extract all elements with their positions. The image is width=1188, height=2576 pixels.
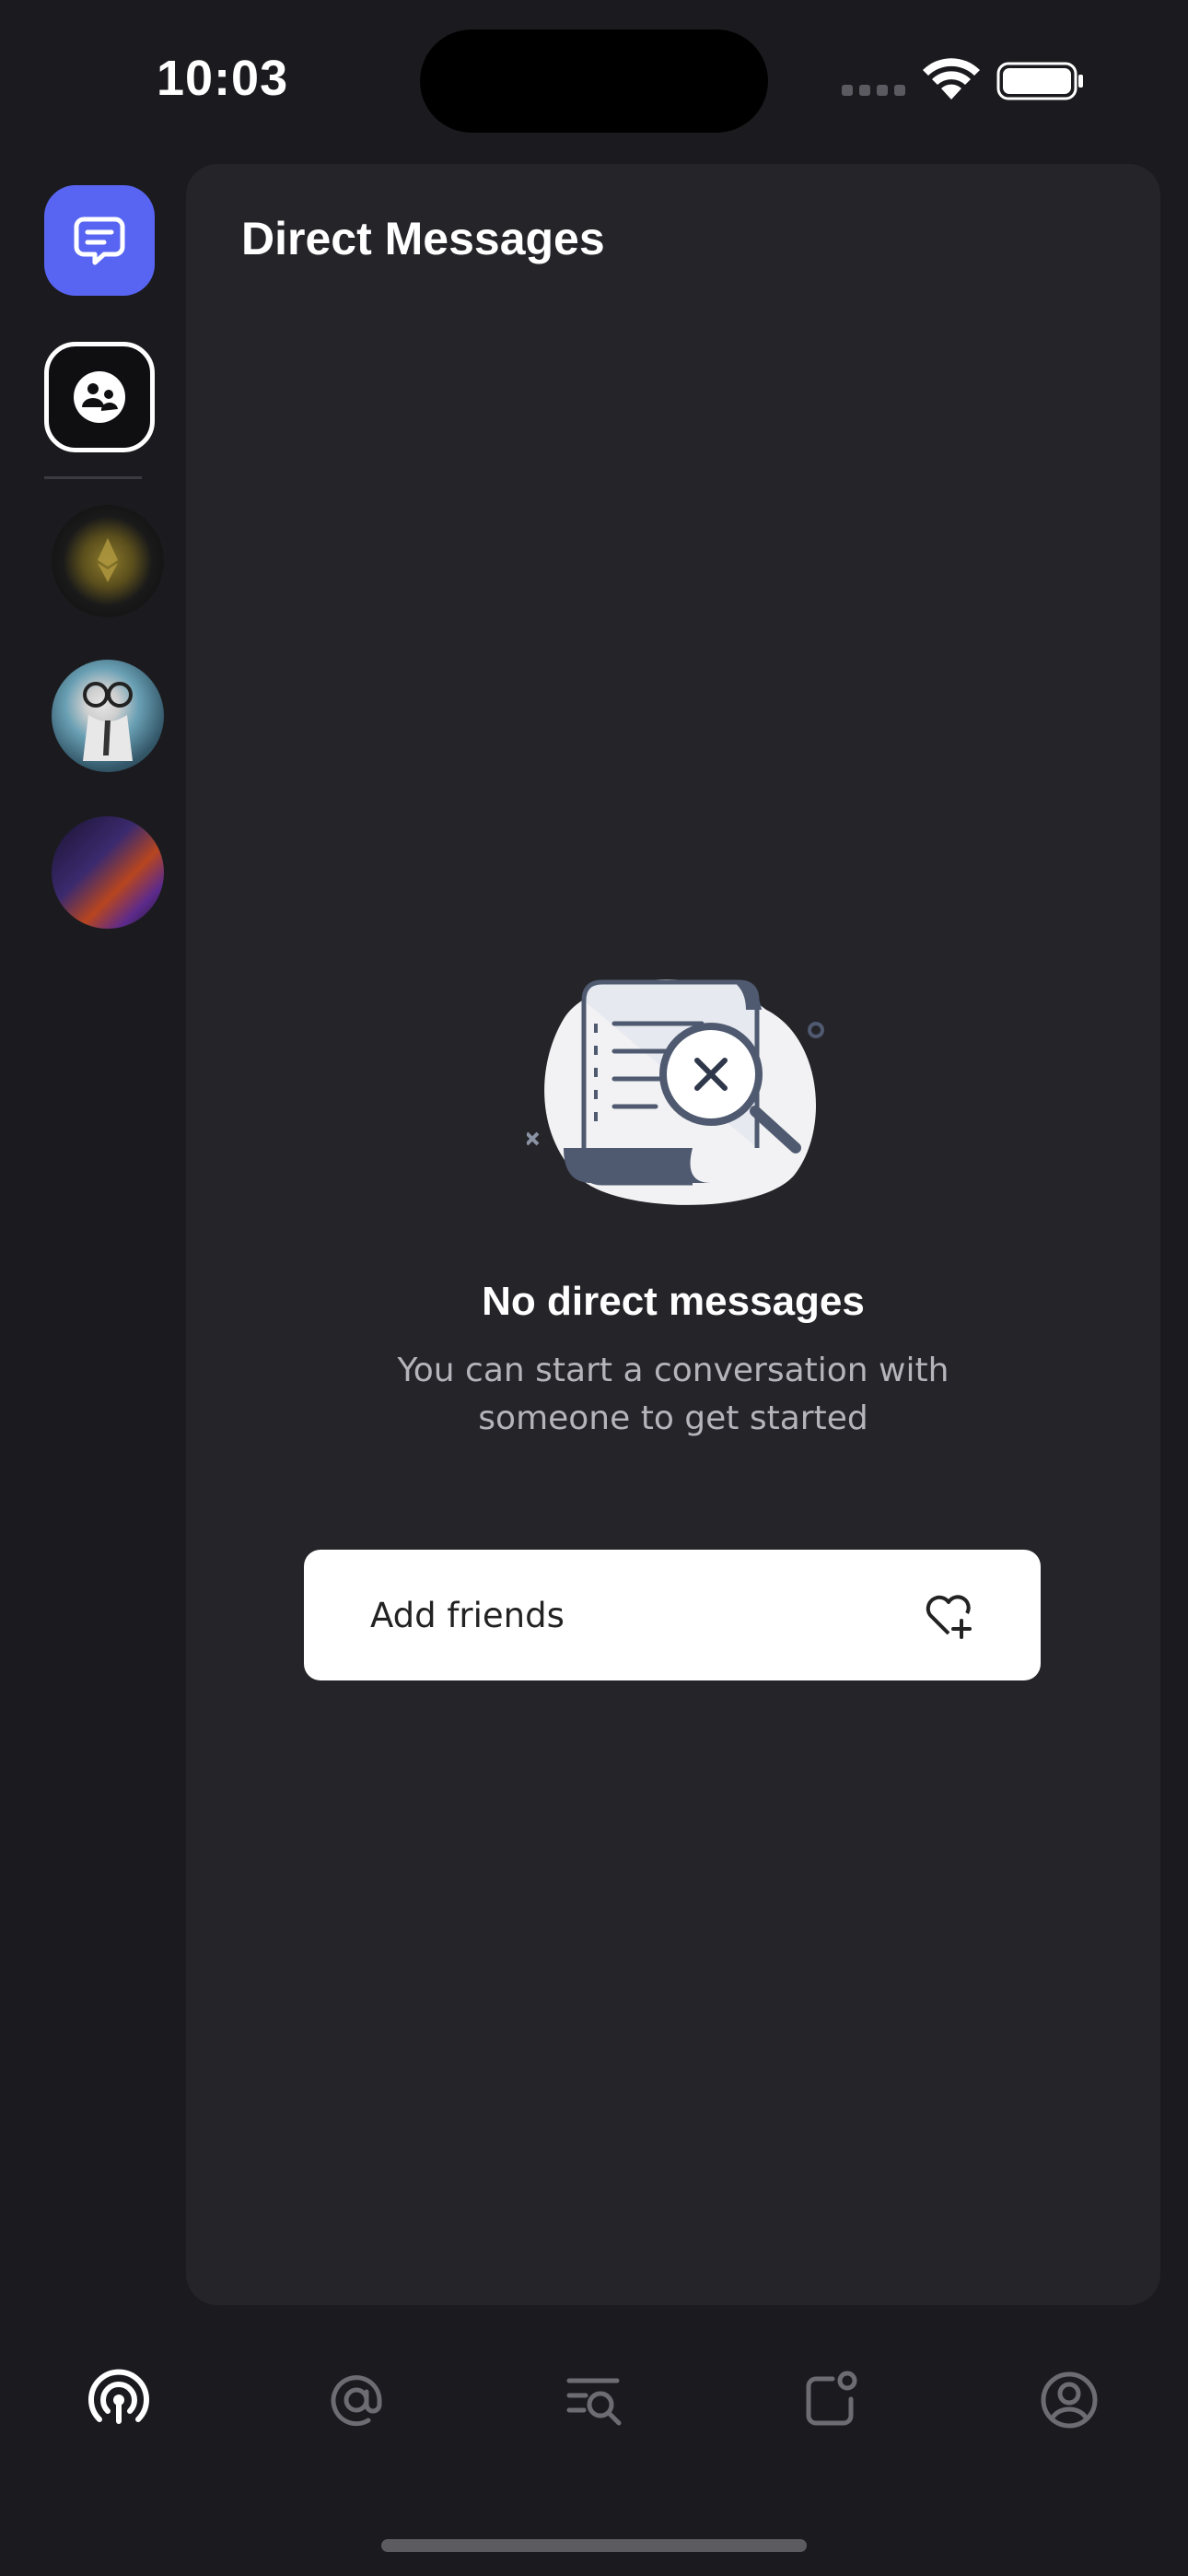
rail-divider <box>44 476 142 479</box>
tab-mentions[interactable] <box>315 2359 398 2441</box>
status-bar: 10:03 <box>0 0 1188 157</box>
at-mention-icon <box>331 2375 382 2427</box>
wifi-icon <box>923 58 980 100</box>
heart-plus-icon <box>926 1595 972 1639</box>
server-avatar-cartoon[interactable] <box>52 660 164 772</box>
notification-icon <box>806 2371 857 2426</box>
coin-icon <box>98 538 118 582</box>
tab-notifications[interactable] <box>790 2359 873 2441</box>
tab-home[interactable] <box>77 2359 160 2441</box>
empty-state-subtitle: You can start a conversation with someon… <box>186 1347 1160 1443</box>
chat-bubble-icon <box>74 217 125 265</box>
dynamic-island <box>420 29 768 133</box>
list-search-icon <box>566 2378 622 2426</box>
server-rail <box>0 157 184 2303</box>
broadcast-icon <box>88 2369 149 2424</box>
empty-state-subtitle-line1: You can start a conversation with <box>397 1352 949 1389</box>
direct-messages-panel: Direct Messages No direct messages You c… <box>186 164 1160 2305</box>
cellular-signal-icon <box>842 85 906 98</box>
add-friends-button[interactable]: Add friends <box>304 1550 1041 1680</box>
battery-icon <box>996 62 1083 100</box>
friends-icon <box>74 371 125 423</box>
server-avatar-coin[interactable] <box>52 505 164 617</box>
cartoon-character-icon <box>83 682 133 761</box>
tab-search[interactable] <box>553 2359 635 2441</box>
server-avatar-abstract[interactable] <box>52 816 164 929</box>
home-indicator[interactable] <box>381 2539 807 2552</box>
tab-profile[interactable] <box>1028 2359 1111 2441</box>
add-friends-label: Add friends <box>370 1595 565 1635</box>
empty-state-subtitle-line2: someone to get started <box>478 1399 868 1437</box>
status-time: 10:03 <box>157 51 289 106</box>
direct-messages-button[interactable] <box>44 185 155 296</box>
bottom-tab-bar <box>0 2340 1188 2478</box>
profile-icon <box>1041 2371 1098 2429</box>
page-title: Direct Messages <box>241 213 605 264</box>
empty-scroll-search-icon <box>527 979 824 1205</box>
empty-state-title: No direct messages <box>482 1279 865 1324</box>
friends-button[interactable] <box>44 342 155 452</box>
